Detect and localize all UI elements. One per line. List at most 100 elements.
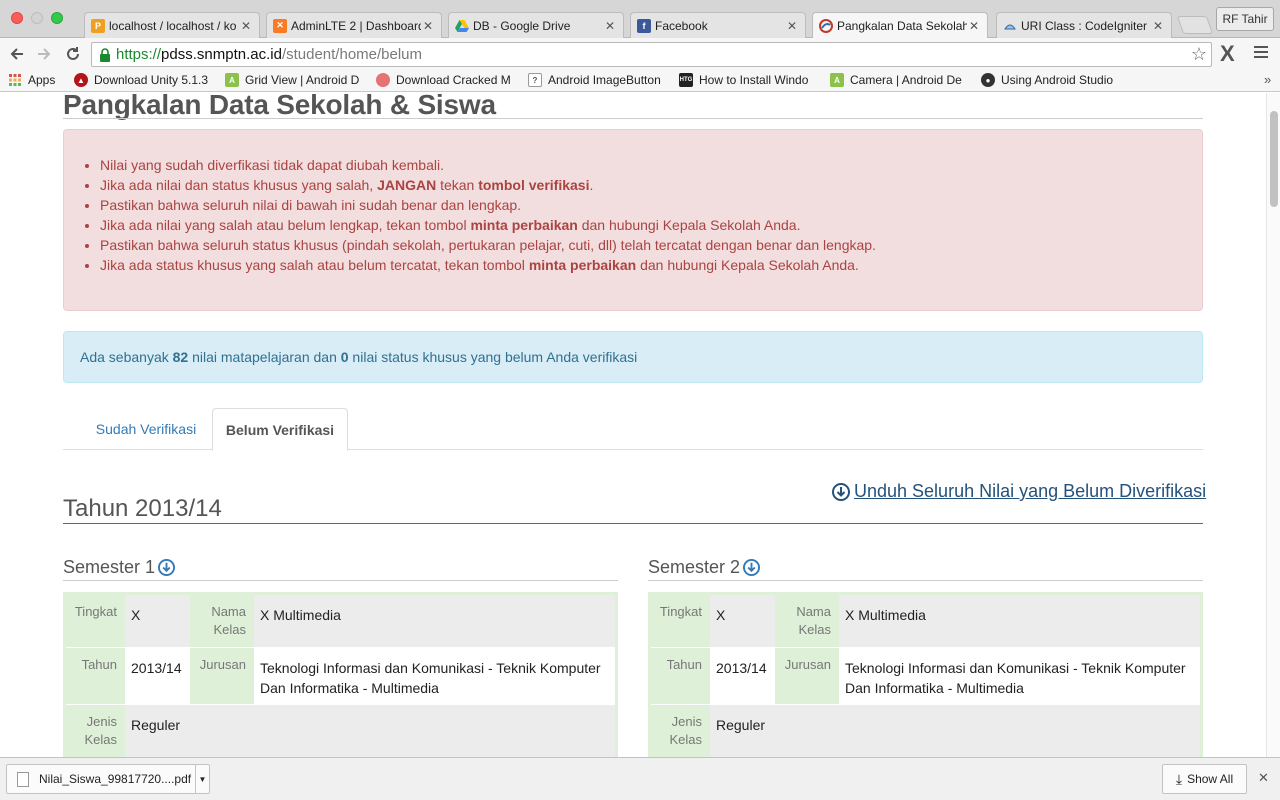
browser-tab[interactable]: DB - Google Drive ✕ [448, 12, 624, 38]
unverified-status-count: 0 [340, 349, 349, 365]
semester-panel: Semester 2 Tingkat X Nama Kelas X Multim… [648, 555, 1203, 757]
question-icon: ? [528, 73, 542, 87]
apps-grid-icon [8, 73, 22, 87]
snmptn-icon [819, 19, 833, 33]
bookmarks-bar: Apps ▲ Download Unity 5.1.3 A Grid View … [0, 70, 1280, 92]
bookmark-item[interactable]: HTG How to Install Windo [679, 73, 819, 87]
window-maximize-button[interactable] [51, 12, 63, 24]
jurusan-value: Teknologi Informasi dan Komunikasi - Tek… [254, 648, 615, 704]
codeigniter-icon [1003, 19, 1017, 33]
downloaded-file[interactable]: Nilai_Siswa_99817720....pdf ▼ [6, 764, 210, 794]
close-icon[interactable]: ✕ [1258, 770, 1269, 786]
bookmark-star-icon[interactable]: ☆ [1191, 44, 1207, 65]
tab-close-icon[interactable]: ✕ [785, 19, 799, 33]
bookmark-item[interactable]: A Camera | Android De [830, 73, 970, 87]
table-row: Jenis Kelas Reguler [651, 705, 1200, 757]
tab-close-icon[interactable]: ✕ [421, 19, 435, 33]
class-info-table: Tingkat X Nama Kelas X Multimedia Tahun … [648, 592, 1203, 757]
tab-title: Facebook [655, 18, 708, 33]
url-path: /student/home/belum [281, 46, 423, 63]
year-divider [63, 523, 1203, 524]
tab-close-icon[interactable]: ✕ [1151, 19, 1165, 33]
info-alert: Ada sebanyak 82 nilai matapelajaran dan … [63, 331, 1203, 383]
download-circle-icon[interactable] [743, 558, 761, 576]
download-arrow-icon: ⤓ [1175, 770, 1183, 787]
bookmark-item[interactable]: A Grid View | Android D [225, 73, 365, 87]
tab-title: URI Class : CodeIgniter U [1021, 18, 1151, 33]
tingkat-value: X [710, 595, 775, 647]
tahun-value: 2013/14 [125, 648, 190, 704]
table-row: Tahun 2013/14 Jurusan Teknologi Informas… [66, 648, 615, 705]
jenis-kelas-value: Reguler [125, 705, 615, 757]
android-icon: A [225, 73, 239, 87]
warning-item: Nilai yang sudah diverfikasi tidak dapat… [100, 155, 876, 175]
htg-icon: HTG [679, 73, 693, 87]
bookmark-item[interactable]: ▲ Download Unity 5.1.3 [74, 73, 214, 87]
warning-alert: Nilai yang sudah diverfikasi tidak dapat… [63, 129, 1203, 311]
table-row: Tahun 2013/14 Jurusan Teknologi Informas… [651, 648, 1200, 705]
download-circle-icon[interactable] [158, 558, 176, 576]
jurusan-value: Teknologi Informasi dan Komunikasi - Tek… [839, 648, 1200, 704]
url-scheme: https:// [116, 46, 162, 63]
lock-icon [94, 47, 116, 62]
download-circle-icon [832, 482, 850, 501]
table-row: Jenis Kelas Reguler [66, 705, 615, 757]
bookmark-apps[interactable]: Apps [8, 73, 64, 87]
forward-arrow-icon[interactable] [33, 43, 55, 65]
warning-item: Jika ada nilai dan status khusus yang sa… [100, 175, 876, 195]
browser-tabstrip: P localhost / localhost / ko ✕ ✕ AdminLT… [0, 0, 1280, 39]
page-viewport: Pangkalan Data Sekolah & Siswa Nilai yan… [0, 93, 1280, 757]
bookmark-item[interactable]: Download Cracked M [376, 73, 516, 87]
tab-close-icon[interactable]: ✕ [239, 19, 253, 33]
facebook-icon: f [637, 18, 651, 33]
show-all-downloads-button[interactable]: ⤓ Show All [1162, 764, 1247, 794]
warning-item: Jika ada nilai yang salah atau belum len… [100, 215, 876, 235]
browser-toolbar: https://pdss.snmptn.ac.id/student/home/b… [0, 38, 1280, 70]
window-close-button[interactable] [11, 12, 23, 24]
page-scrollbar[interactable] [1266, 93, 1280, 757]
google-drive-icon [455, 19, 469, 33]
bookmarks-overflow-icon[interactable]: » [1264, 72, 1271, 87]
page-title: Pangkalan Data Sekolah & Siswa [63, 93, 496, 120]
tab-title: localhost / localhost / ko [109, 18, 237, 33]
tab-close-icon[interactable]: ✕ [967, 19, 981, 33]
tab-sudah-verifikasi[interactable]: Sudah Verifikasi [79, 408, 213, 450]
tingkat-value: X [125, 595, 190, 647]
title-divider [63, 118, 1203, 119]
tab-close-icon[interactable]: ✕ [603, 19, 617, 33]
download-shelf: Nilai_Siswa_99817720....pdf ▼ ⤓ Show All… [0, 757, 1280, 800]
warning-item: Pastikan bahwa seluruh nilai di bawah in… [100, 195, 876, 215]
extension-x-icon[interactable]: X [1220, 41, 1235, 67]
tab-belum-verifikasi[interactable]: Belum Verifikasi [212, 408, 348, 451]
browser-tab[interactable]: ✕ AdminLTE 2 | Dashboard ✕ [266, 12, 442, 38]
browser-tab-active[interactable]: Pangkalan Data Sekolah ✕ [812, 12, 988, 39]
year-heading: Tahun 2013/14 [63, 495, 222, 522]
url-host: pdss.snmptn.ac.id [161, 46, 282, 63]
browser-tab[interactable]: URI Class : CodeIgniter U ✕ [996, 12, 1172, 38]
browser-menu-icon[interactable] [1254, 46, 1268, 60]
verification-tabs: Sudah Verifikasi Belum Verifikasi [63, 408, 1203, 451]
jenis-kelas-value: Reguler [710, 705, 1200, 757]
class-info-table: Tingkat X Nama Kelas X Multimedia Tahun … [63, 592, 618, 757]
back-arrow-icon[interactable] [6, 43, 28, 65]
semester-heading: Semester 1 [63, 555, 618, 579]
warning-list: Nilai yang sudah diverfikasi tidak dapat… [100, 155, 876, 275]
reload-icon[interactable] [62, 43, 84, 65]
table-row: Tingkat X Nama Kelas X Multimedia [651, 595, 1200, 648]
window-minimize-button[interactable] [31, 12, 43, 24]
address-bar[interactable]: https://pdss.snmptn.ac.id/student/home/b… [91, 42, 1212, 67]
semester-heading: Semester 2 [648, 555, 1203, 579]
browser-tab[interactable]: f Facebook ✕ [630, 12, 806, 38]
bookmark-item[interactable]: ● Using Android Studio [981, 73, 1119, 87]
new-tab-button[interactable] [1176, 16, 1214, 34]
browser-tab[interactable]: P localhost / localhost / ko ✕ [84, 12, 260, 38]
table-row: Tingkat X Nama Kelas X Multimedia [66, 595, 615, 648]
profile-button[interactable]: RF Tahir [1216, 7, 1274, 31]
unity-icon: ▲ [74, 73, 88, 87]
chevron-down-icon[interactable]: ▼ [195, 765, 209, 793]
download-all-link[interactable]: Unduh Seluruh Nilai yang Belum Diverifik… [832, 481, 1206, 502]
warning-item: Jika ada status khusus yang salah atau b… [100, 255, 876, 275]
scrollbar-thumb[interactable] [1270, 111, 1278, 207]
bookmark-item[interactable]: ? Android ImageButton [528, 73, 668, 87]
github-icon: ● [981, 73, 995, 87]
